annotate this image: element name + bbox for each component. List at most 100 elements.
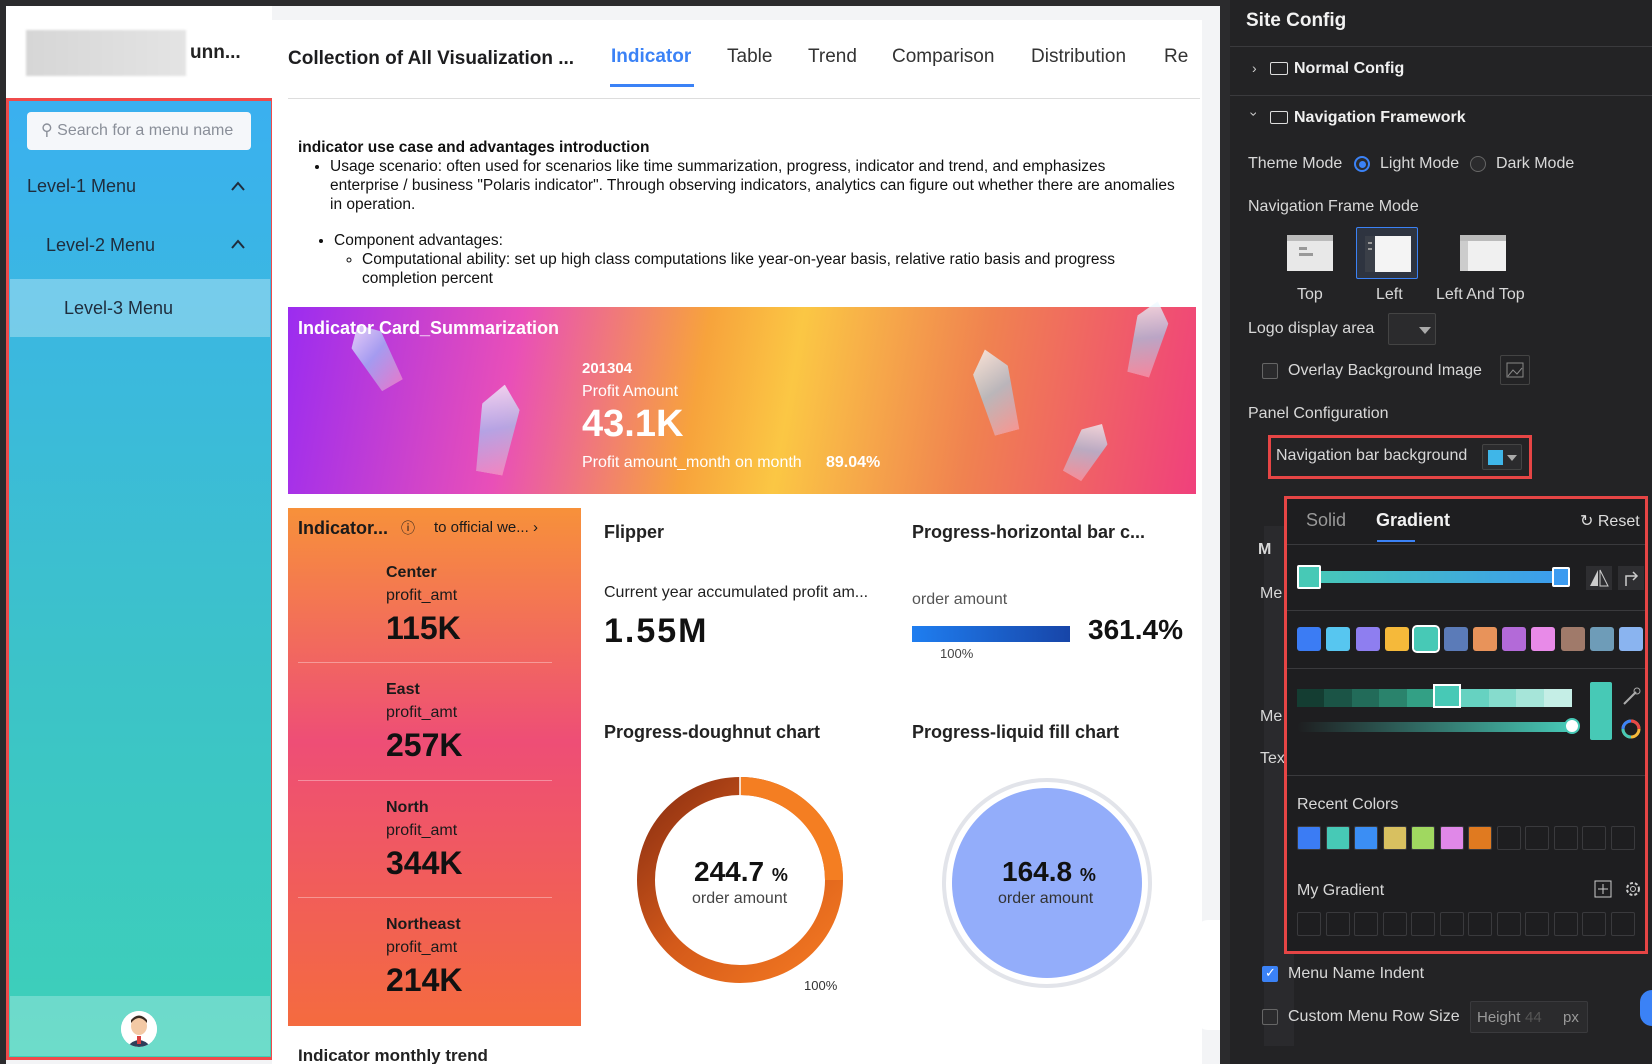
frame-mode-left-option[interactable] xyxy=(1356,227,1418,279)
color-swatch[interactable] xyxy=(1297,627,1321,651)
shade-cell[interactable] xyxy=(1461,689,1490,707)
recent-color-swatch[interactable] xyxy=(1325,826,1350,850)
empty-color-slot xyxy=(1582,826,1606,850)
light-mode-radio[interactable] xyxy=(1354,156,1370,172)
recent-color-swatch[interactable] xyxy=(1411,826,1435,850)
tab-divider xyxy=(288,98,1200,99)
color-swatch[interactable] xyxy=(1531,627,1556,651)
flip-gradient-icon[interactable] xyxy=(1586,566,1612,590)
color-swatch[interactable] xyxy=(1384,627,1409,651)
shade-cell[interactable] xyxy=(1488,689,1517,707)
official-link[interactable]: to official we... › xyxy=(434,519,538,536)
menu-name-indent-checkbox[interactable] xyxy=(1262,965,1278,982)
doughnut-number: 244.7 xyxy=(694,856,765,887)
color-swatch[interactable] xyxy=(1412,625,1441,653)
shade-cell[interactable] xyxy=(1379,689,1408,707)
empty-gradient-slot xyxy=(1610,912,1635,936)
progress-bar-label: order amount xyxy=(912,591,1008,608)
recent-color-swatch[interactable] xyxy=(1354,826,1378,850)
empty-gradient-slot xyxy=(1496,912,1521,936)
logo-display-area-select[interactable] xyxy=(1388,313,1436,345)
color-swatch[interactable] xyxy=(1619,627,1644,651)
image-picker[interactable] xyxy=(1500,355,1530,385)
rotate-gradient-icon[interactable] xyxy=(1618,566,1644,590)
light-mode-label[interactable]: Light Mode xyxy=(1380,155,1459,173)
info-icon[interactable]: ⓘ xyxy=(401,518,415,538)
custom-row-size-checkbox[interactable] xyxy=(1262,1009,1278,1025)
shade-cell[interactable] xyxy=(1543,689,1572,707)
tab-table[interactable]: Table xyxy=(727,46,772,68)
gear-icon[interactable] xyxy=(1624,880,1642,898)
gradient-preview-bar[interactable] xyxy=(1306,571,1566,583)
row-height-input[interactable]: Height 44 px xyxy=(1470,1001,1588,1033)
color-swatch[interactable] xyxy=(1355,627,1380,651)
empty-color-slot xyxy=(1525,826,1549,850)
custom-row-size-label: Custom Menu Row Size xyxy=(1288,1008,1460,1025)
recent-color-swatch[interactable] xyxy=(1382,826,1407,850)
nav-bar-bg-color-picker[interactable] xyxy=(1482,444,1522,470)
banner-mom-label: Profit amount_month on month xyxy=(582,454,802,471)
flipper-title: Flipper xyxy=(604,522,665,542)
shade-cell[interactable] xyxy=(1297,689,1325,707)
frame-mode-left-label: Left xyxy=(1376,286,1403,303)
tab-indicator[interactable]: Indicator xyxy=(611,46,691,68)
doughnut-label: order amount xyxy=(692,890,788,907)
empty-gradient-slot xyxy=(1297,912,1321,936)
tab-distribution[interactable]: Distribution xyxy=(1031,46,1126,68)
opacity-slider[interactable] xyxy=(1297,722,1571,732)
intro-heading: indicator use case and advantages introd… xyxy=(298,139,650,156)
tab-more[interactable]: Re xyxy=(1164,46,1188,68)
tab-comparison[interactable]: Comparison xyxy=(892,46,994,68)
tab-solid[interactable]: Solid xyxy=(1306,510,1346,531)
shade-selector[interactable] xyxy=(1433,684,1461,708)
normal-config-section[interactable]: Normal Config xyxy=(1294,60,1404,78)
occluded-label: Me xyxy=(1260,585,1283,602)
region-divider xyxy=(298,897,552,898)
empty-gradient-slot xyxy=(1411,912,1435,936)
shade-cell[interactable] xyxy=(1324,689,1353,707)
shade-cell[interactable] xyxy=(1406,689,1435,707)
shade-cell[interactable] xyxy=(1351,689,1380,707)
gradient-end-stop[interactable] xyxy=(1552,567,1570,587)
popup-divider xyxy=(1287,668,1645,669)
doughnut-tick: 100% xyxy=(804,978,838,993)
color-wheel-icon[interactable] xyxy=(1620,718,1642,740)
dark-mode-radio[interactable] xyxy=(1470,156,1486,172)
progress-bar-tick: 100% xyxy=(940,646,974,661)
chevron-right-icon: › xyxy=(532,519,538,536)
eyedropper-icon[interactable] xyxy=(1620,686,1642,708)
side-handle[interactable] xyxy=(1640,990,1652,1026)
color-swatch[interactable] xyxy=(1472,627,1497,651)
gradient-start-stop[interactable] xyxy=(1297,565,1321,589)
recent-color-swatch[interactable] xyxy=(1468,826,1492,850)
frame-mode-left-top-label: Left And Top xyxy=(1436,286,1525,303)
color-swatch[interactable] xyxy=(1590,627,1614,651)
reset-button[interactable]: ↻ Reset xyxy=(1580,511,1640,531)
region-name: Center xyxy=(386,564,437,581)
image-icon xyxy=(1506,362,1524,378)
liquid-unit: % xyxy=(1079,865,1096,885)
overlay-bg-checkbox[interactable] xyxy=(1262,363,1278,379)
frame-mode-top-option[interactable] xyxy=(1279,227,1341,279)
recent-color-swatch[interactable] xyxy=(1297,826,1321,850)
monitor-icon xyxy=(1270,111,1288,124)
color-swatch[interactable] xyxy=(1502,627,1527,651)
color-swatch[interactable] xyxy=(1443,627,1468,651)
tab-trend[interactable]: Trend xyxy=(808,46,857,68)
floating-tool-handle[interactable] xyxy=(1196,920,1220,1030)
empty-gradient-slot xyxy=(1439,912,1464,936)
liquid-title: Progress-liquid fill chart xyxy=(912,722,1120,742)
recent-color-swatch[interactable] xyxy=(1439,826,1464,850)
add-gradient-icon[interactable] xyxy=(1594,880,1612,898)
chevron-down-icon[interactable]: › xyxy=(1246,112,1262,117)
chevron-right-icon[interactable]: › xyxy=(1252,60,1257,76)
frame-mode-left-top-option[interactable] xyxy=(1452,227,1514,279)
navigation-framework-section[interactable]: Navigation Framework xyxy=(1294,109,1466,127)
color-swatch[interactable] xyxy=(1326,627,1351,651)
shade-cell[interactable] xyxy=(1516,689,1545,707)
dark-mode-label[interactable]: Dark Mode xyxy=(1496,155,1574,173)
color-swatch[interactable] xyxy=(1560,627,1585,651)
tab-gradient[interactable]: Gradient xyxy=(1376,510,1450,531)
opacity-slider-handle[interactable] xyxy=(1564,718,1580,734)
height-unit: px xyxy=(1563,1009,1579,1026)
